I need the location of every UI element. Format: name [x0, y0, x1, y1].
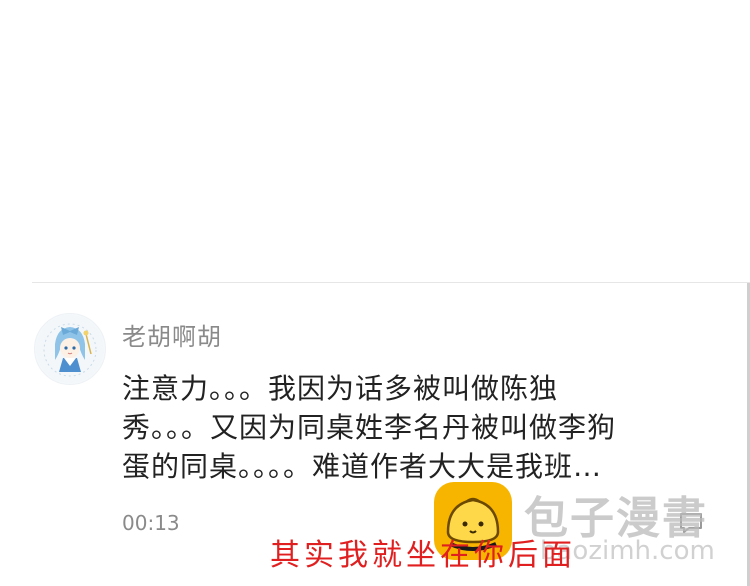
handwritten-caption: 其实我就坐在你后面 — [270, 538, 576, 573]
comment-timestamp: 00:13 — [122, 511, 180, 535]
comment-body: 注意力。。。我因为话多被叫做陈独 秀。。。又因为同桌姓李名丹被叫做李狗 蛋的同桌… — [122, 369, 722, 486]
comment-body-line: 注意力。。。我因为话多被叫做陈独 — [122, 372, 559, 405]
blank-upper-area — [0, 0, 750, 282]
comment-body-line: 秀。。。又因为同桌姓李名丹被叫做李狗 — [122, 411, 617, 444]
comment-username[interactable]: 老胡啊胡 — [122, 317, 222, 352]
user-avatar[interactable] — [34, 313, 106, 385]
anime-girl-avatar-icon — [36, 315, 104, 383]
comment-body-line: 蛋的同桌。。。。难道作者大大是我班… — [122, 450, 603, 483]
